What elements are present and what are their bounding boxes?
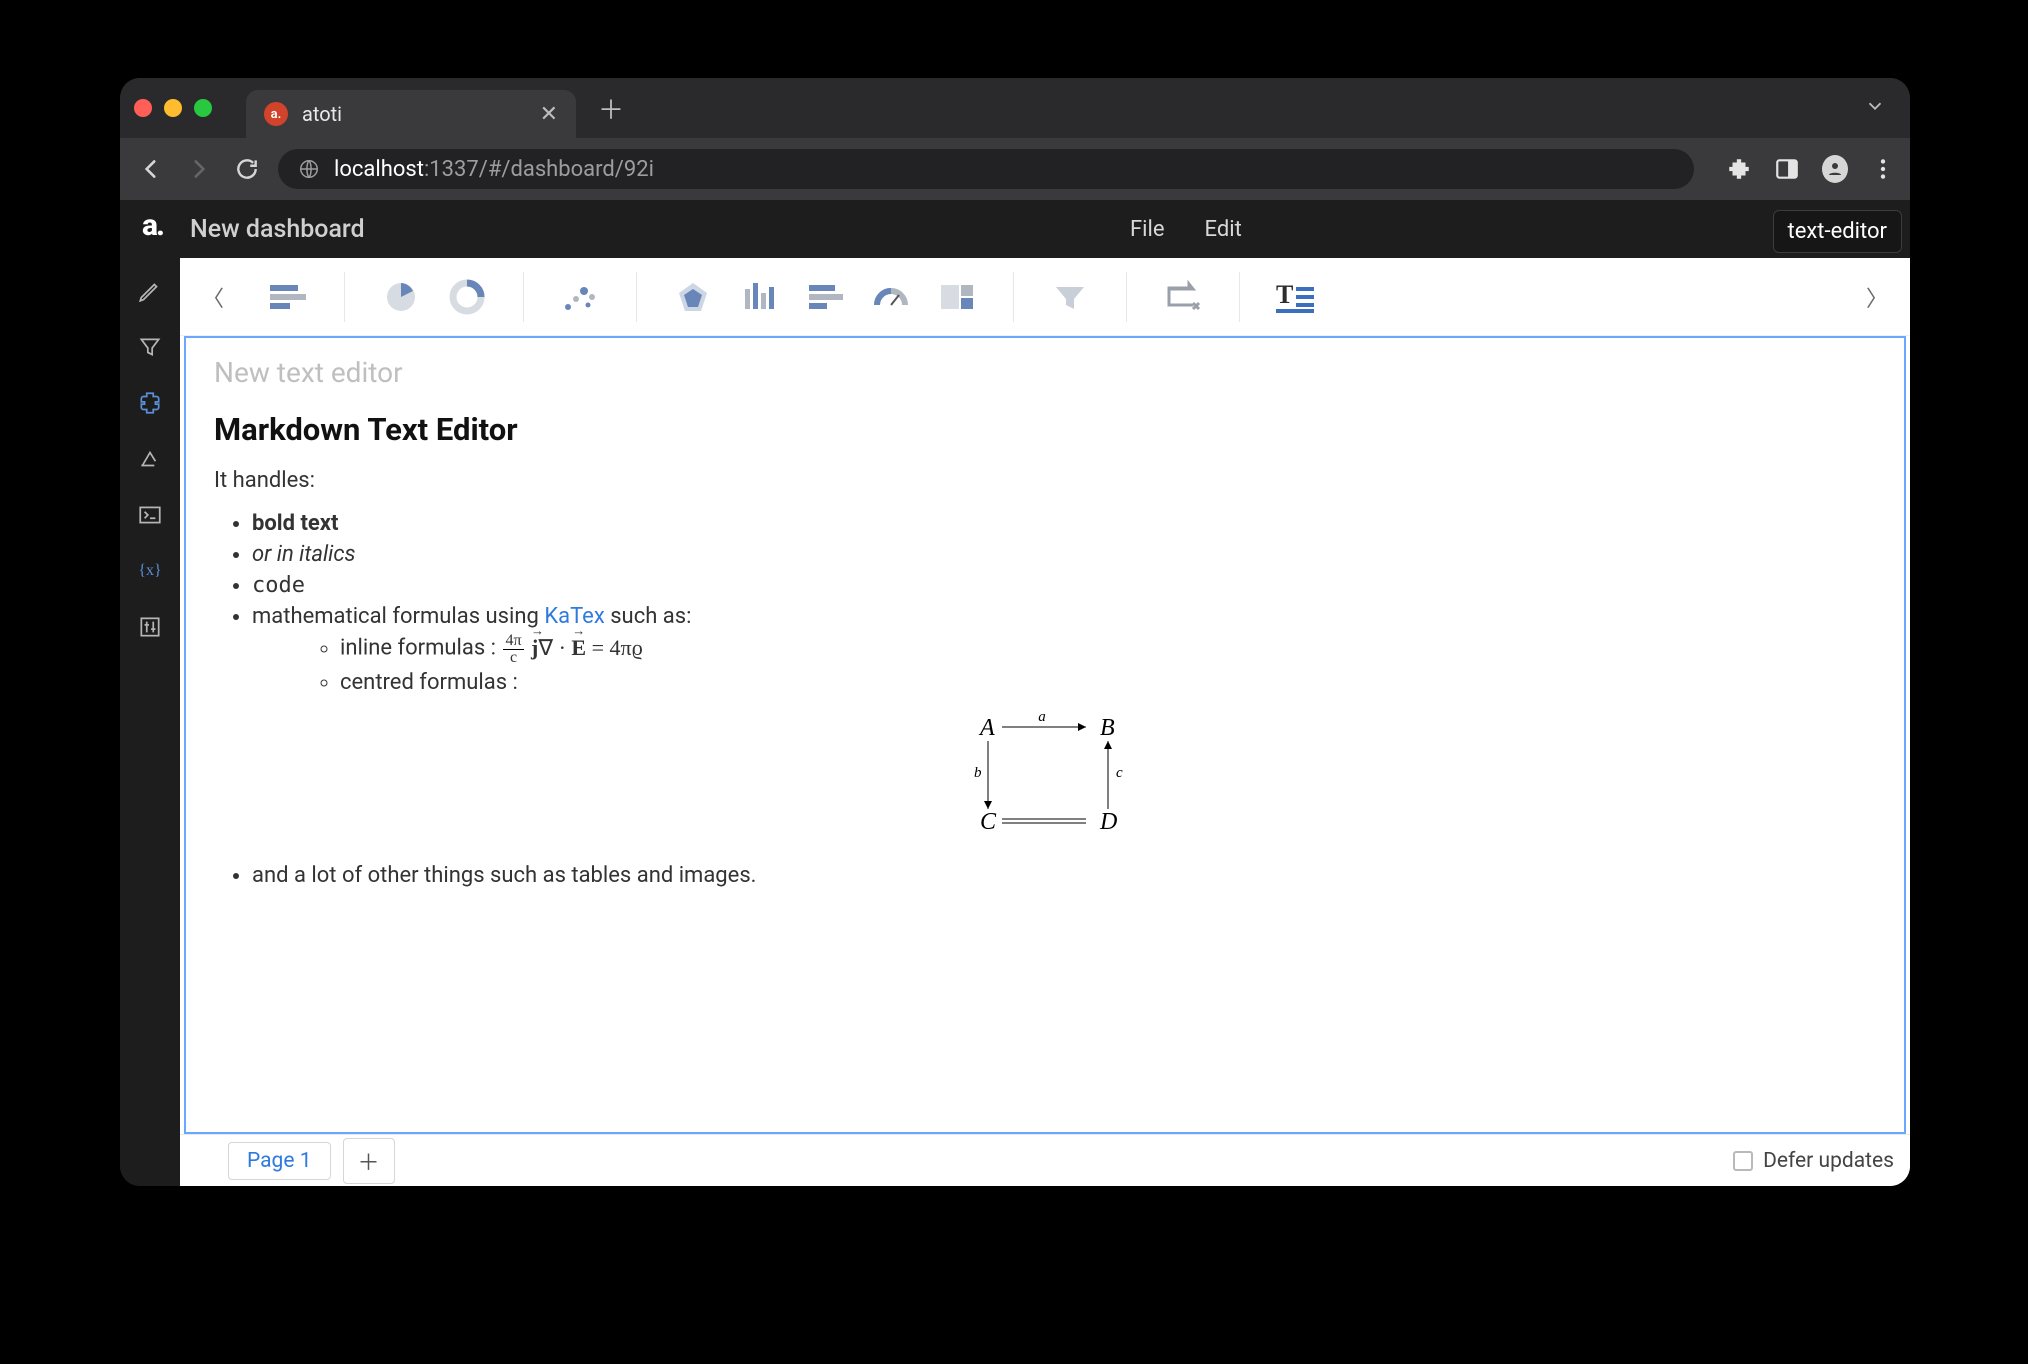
minimize-window-button[interactable] [164, 99, 182, 117]
checkbox-icon [1733, 1151, 1753, 1171]
browser-window: a. atoti ✕ ＋ localhost:1337/#/dashboard/… [120, 78, 1910, 1186]
app-body: {x} 〈 [120, 258, 1910, 1186]
edit-icon[interactable] [137, 278, 163, 304]
globe-icon [298, 158, 320, 180]
widget-scatter-icon[interactable] [558, 277, 602, 317]
app-header: a. New dashboard File Edit text-editor [120, 200, 1910, 258]
plugin-icon[interactable] [137, 390, 163, 416]
svg-text:A: A [978, 715, 995, 741]
defer-updates-toggle[interactable]: Defer updates [1733, 1149, 1894, 1173]
md-code-text: code [252, 573, 305, 598]
new-tab-button[interactable]: ＋ [598, 90, 624, 127]
md-other-item: and a lot of other things such as tables… [252, 863, 1876, 888]
svg-text:a: a [1038, 709, 1046, 725]
kebab-menu-icon[interactable] [1870, 156, 1896, 182]
address-bar: localhost:1337/#/dashboard/92i [120, 138, 1910, 200]
extensions-icon[interactable] [1726, 156, 1752, 182]
menubar: File Edit [1130, 217, 1242, 242]
close-tab-button[interactable]: ✕ [540, 102, 558, 127]
md-list-2: and a lot of other things such as tables… [252, 863, 1876, 888]
filter-icon[interactable] [137, 334, 163, 360]
widget-table-icon[interactable] [266, 277, 310, 317]
menu-file[interactable]: File [1130, 217, 1165, 242]
url-path: :1337/#/dashboard/92i [424, 157, 654, 182]
svg-text:C: C [980, 809, 997, 835]
paint-icon[interactable] [137, 446, 163, 472]
side-nav: {x} [120, 258, 180, 1186]
widget-text-editor-icon[interactable]: T [1274, 277, 1318, 317]
inline-formula: 4πc j∇ · E = 4πϱ [501, 635, 642, 660]
svg-text:T: T [1276, 280, 1293, 309]
footer-bar: Page 1 ＋ Defer updates [180, 1134, 1910, 1186]
panel-icon[interactable] [1774, 156, 1800, 182]
commutative-diagram: A B C D a b c [214, 709, 1876, 839]
toolbar-scroll-left[interactable]: 〈 [194, 281, 232, 313]
widget-toolbar: 〈 [180, 258, 1910, 336]
widget-filter-icon[interactable] [1048, 277, 1092, 317]
back-button[interactable] [134, 156, 168, 182]
logo-icon: a. [142, 215, 176, 243]
toolbar-scroll-right[interactable]: 〉 [1858, 281, 1896, 313]
editor-title-placeholder[interactable]: New text editor [214, 356, 1876, 389]
svg-text:D: D [1099, 809, 1117, 835]
tooltip-text-editor: text-editor [1773, 210, 1902, 253]
md-list: bold text or in italics code mathematica… [252, 511, 1876, 695]
widget-donut-icon[interactable] [445, 277, 489, 317]
menu-edit[interactable]: Edit [1205, 217, 1242, 242]
widget-export-icon[interactable] [1161, 277, 1205, 317]
widget-treemap-icon[interactable] [935, 277, 979, 317]
svg-text:B: B [1100, 715, 1115, 741]
svg-text:c: c [1116, 765, 1123, 781]
maximize-window-button[interactable] [194, 99, 212, 117]
sliders-icon[interactable] [137, 614, 163, 640]
browser-tab[interactable]: a. atoti ✕ [246, 90, 576, 138]
md-heading: Markdown Text Editor [214, 411, 1876, 448]
md-italic-text: or in italics [252, 542, 356, 567]
titlebar: a. atoti ✕ ＋ [120, 78, 1910, 138]
add-page-button[interactable]: ＋ [343, 1138, 395, 1184]
editor-content: New text editor Markdown Text Editor It … [186, 338, 1904, 914]
md-inline-formula-item: inline formulas : 4πc j∇ · E = 4πϱ [340, 633, 1876, 666]
canvas: 〈 [180, 258, 1910, 1186]
tabs-dropdown-button[interactable] [1864, 95, 1886, 122]
md-centred-formula-item: centred formulas : [340, 670, 1876, 695]
widget-radar-icon[interactable] [671, 277, 715, 317]
browser-actions [1726, 156, 1896, 182]
md-math-item: mathematical formulas using KaTex such a… [252, 604, 1876, 695]
dashboard-title: New dashboard [190, 215, 365, 244]
reload-button[interactable] [230, 156, 264, 182]
close-window-button[interactable] [134, 99, 152, 117]
svg-text:b: b [974, 765, 982, 781]
forward-button[interactable] [182, 156, 216, 182]
brand: a. New dashboard [142, 215, 365, 244]
url-host: localhost [334, 157, 424, 182]
profile-icon[interactable] [1822, 156, 1848, 182]
window-controls [134, 99, 212, 117]
terminal-icon[interactable] [137, 502, 163, 528]
widget-candlestick-icon[interactable] [737, 277, 781, 317]
url-input[interactable]: localhost:1337/#/dashboard/92i [278, 149, 1694, 189]
md-bold-text: bold text [252, 511, 338, 536]
favicon-icon: a. [264, 102, 288, 126]
md-intro: It handles: [214, 468, 1876, 493]
widget-gauge-icon[interactable] [869, 277, 913, 317]
page-tab-1[interactable]: Page 1 [228, 1142, 331, 1180]
variable-icon[interactable]: {x} [137, 558, 163, 584]
widget-pie-icon[interactable] [379, 277, 423, 317]
editor-widget[interactable]: New text editor Markdown Text Editor It … [184, 336, 1906, 1134]
tab-title: atoti [302, 102, 342, 126]
widget-hbar-icon[interactable] [803, 277, 847, 317]
